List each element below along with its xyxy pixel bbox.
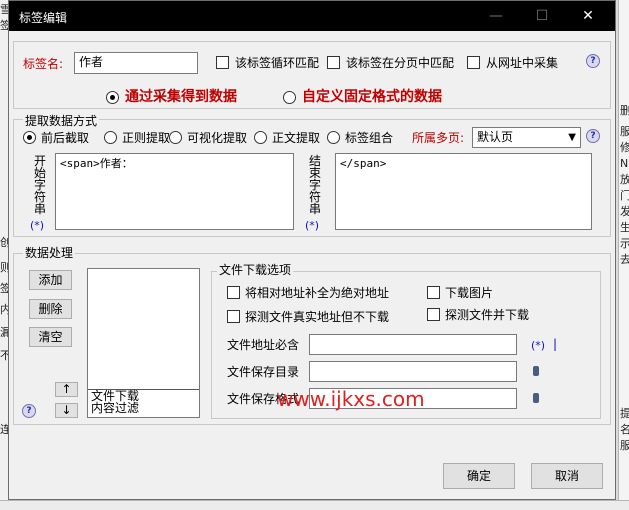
list-item[interactable]: 内容过滤: [88, 402, 199, 414]
background-app-right-edge: 删 服 修 N 放 门 发 生 示 去 提 名 服: [618, 0, 629, 510]
end-string-textarea[interactable]: </span>: [335, 153, 592, 230]
bg-text: 修: [620, 141, 629, 154]
ok-button[interactable]: 确定: [443, 463, 515, 489]
save-dir-input[interactable]: [309, 361, 517, 382]
bg-text: 生: [620, 221, 629, 234]
extract-mode-radio-0[interactable]: [23, 131, 36, 144]
bg-text: 示: [620, 237, 629, 250]
move-down-button[interactable]: ↓: [55, 403, 78, 418]
end-string-label: 结束字符串: [308, 154, 321, 216]
loop-match-label: 该标签循环匹配: [235, 56, 320, 70]
loop-match-checkbox[interactable]: [216, 56, 229, 69]
download-images-checkbox[interactable]: [427, 286, 440, 299]
collect-mode-radio[interactable]: [106, 91, 119, 104]
extract-mode-radio-2[interactable]: [169, 131, 182, 144]
bg-text: 服: [620, 125, 629, 138]
bg-text: 名: [620, 423, 629, 436]
extract-mode-label: 标签组合: [345, 131, 394, 145]
url-must-contain-label: 文件地址必含: [227, 338, 300, 352]
from-url-label: 从网址中采集: [486, 56, 559, 70]
detect-no-download-label: 探测文件真实地址但不下载: [245, 310, 390, 324]
page-match-checkbox[interactable]: [327, 56, 340, 69]
save-dir-label: 文件保存目录: [227, 365, 300, 379]
bg-text: 门: [620, 189, 629, 202]
cancel-button[interactable]: 取消: [531, 463, 603, 489]
detect-and-download-label: 探测文件并下载: [445, 308, 530, 322]
abs-url-checkbox[interactable]: [227, 286, 240, 299]
download-options-title: 文件下载选项: [217, 263, 294, 277]
end-wildcard-link[interactable]: (*): [305, 219, 319, 232]
maximize-button[interactable]: ☐: [519, 3, 565, 29]
extract-mode-label: 可视化提取: [187, 131, 248, 145]
extract-mode-radio-3[interactable]: [254, 131, 267, 144]
minimize-button[interactable]: —: [473, 3, 519, 29]
help-icon[interactable]: ?: [586, 129, 600, 143]
background-app-bottom-edge: [0, 500, 629, 510]
url-wildcard-link[interactable]: (*): [531, 339, 545, 352]
label-name-label: 标签名:: [23, 57, 64, 71]
bg-text: 放: [620, 173, 629, 186]
abs-url-label: 将相对地址补全为绝对地址: [245, 286, 390, 300]
start-wildcard-link[interactable]: (*): [30, 219, 44, 232]
bg-text: 发: [620, 205, 629, 218]
extract-mode-label: 正文提取: [272, 131, 321, 145]
extract-mode-label: 正则提取: [122, 131, 171, 145]
delete-button[interactable]: 删除: [29, 299, 72, 319]
processing-group-title: 数据处理: [23, 246, 76, 260]
multi-page-select-value: 默认页: [477, 130, 514, 144]
move-up-button[interactable]: ↑: [55, 382, 78, 397]
clear-button[interactable]: 清空: [29, 327, 72, 347]
collect-mode-label: 通过采集得到数据: [125, 89, 237, 105]
extract-mode-label: 前后截取: [41, 131, 90, 145]
custom-mode-label: 自定义固定格式的数据: [302, 89, 442, 105]
detect-and-download-checkbox[interactable]: [427, 308, 440, 321]
separator: |: [553, 337, 558, 351]
close-button[interactable]: ✕: [565, 3, 611, 29]
custom-mode-radio[interactable]: [283, 91, 296, 104]
label-name-input[interactable]: 作者: [74, 52, 198, 74]
page-match-label: 该标签在分页中匹配: [346, 56, 455, 70]
start-string-label: 开始字符串: [33, 154, 46, 216]
watermark-text: www.ijkxs.com: [277, 387, 425, 411]
extract-mode-radio-1[interactable]: [104, 131, 117, 144]
detect-no-download-checkbox[interactable]: [227, 310, 240, 323]
multi-page-label: 所属多页:: [412, 131, 465, 145]
bg-text: 删: [620, 104, 629, 117]
help-icon[interactable]: ?: [22, 404, 36, 418]
start-string-textarea[interactable]: <span>作者：: [55, 153, 294, 230]
processing-list[interactable]: 文件下载 内容过滤: [87, 268, 200, 418]
from-url-checkbox[interactable]: [467, 56, 480, 69]
chevron-down-icon: ▼: [568, 132, 576, 143]
edit-icon[interactable]: [533, 366, 539, 376]
url-must-contain-input[interactable]: [309, 334, 517, 355]
extract-mode-radio-4[interactable]: [327, 131, 340, 144]
bg-text: 去: [620, 253, 629, 266]
edit-icon[interactable]: [533, 393, 539, 403]
bg-text: 提: [620, 407, 629, 420]
title-bar[interactable]: 标签编辑 — ☐ ✕: [9, 1, 615, 31]
bg-text: 服: [620, 439, 629, 452]
add-button[interactable]: 添加: [29, 270, 72, 290]
extract-group-title: 提取数据方式: [23, 114, 100, 128]
window-title: 标签编辑: [19, 11, 68, 25]
help-icon[interactable]: ?: [586, 54, 600, 68]
download-images-label: 下载图片: [445, 286, 494, 300]
tag-edit-dialog: 标签编辑 — ☐ ✕ 标签名: 作者 该标签循环匹配 该标签在分页中匹配 从网址…: [8, 0, 616, 500]
multi-page-select[interactable]: 默认页 ▼: [472, 127, 581, 148]
bg-text: N: [620, 157, 629, 170]
